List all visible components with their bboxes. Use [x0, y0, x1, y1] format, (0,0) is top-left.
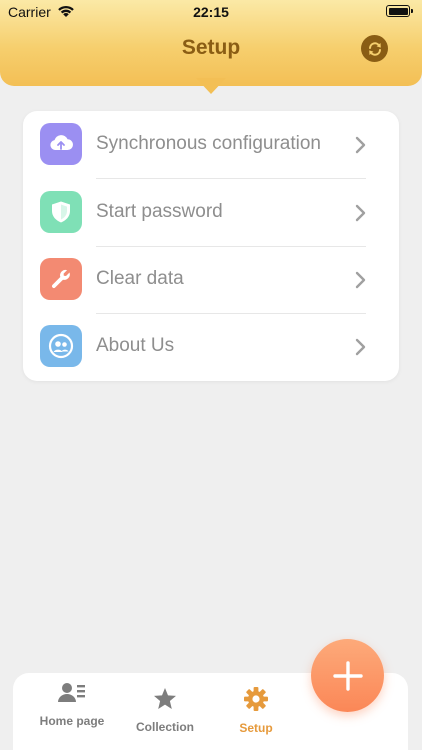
setting-item-about-us[interactable]: About Us	[23, 313, 399, 380]
setting-item-clear-data[interactable]: Clear data	[23, 246, 399, 313]
setting-item-label: Synchronous configuration	[96, 133, 321, 154]
chevron-right-icon	[355, 271, 366, 289]
shield-icon	[52, 201, 70, 223]
chevron-right-icon	[355, 338, 366, 356]
setting-item-label: Start password	[96, 201, 223, 222]
people-icon	[48, 333, 74, 359]
sync-button[interactable]	[361, 35, 388, 62]
tab-label: Home page	[39, 714, 105, 728]
settings-card: Synchronous configuration Start password…	[23, 111, 399, 381]
setting-icon-box	[40, 325, 82, 367]
setting-icon-box	[40, 258, 82, 300]
setting-icon-box	[40, 123, 82, 165]
cloud-upload-icon	[50, 135, 73, 151]
tab-home-page[interactable]: Home page	[35, 673, 109, 750]
wrench-icon	[51, 269, 70, 289]
add-button[interactable]	[311, 639, 384, 712]
chevron-right-icon	[355, 136, 366, 154]
battery-icon	[386, 5, 413, 17]
contact-card-icon	[58, 683, 85, 702]
star-icon	[154, 688, 176, 709]
tab-label: Setup	[239, 721, 273, 735]
setting-item-sync-configuration[interactable]: Synchronous configuration	[23, 111, 399, 178]
status-bar: Carrier 22:15	[0, 0, 422, 24]
setting-item-label: Clear data	[96, 268, 184, 289]
tab-collection[interactable]: Collection	[129, 673, 201, 750]
setting-item-start-password[interactable]: Start password	[23, 179, 399, 246]
refresh-icon	[368, 41, 381, 56]
page-title: Setup	[181, 36, 241, 59]
tab-setup[interactable]: Setup	[227, 673, 285, 750]
plus-icon	[332, 660, 363, 691]
setting-icon-box	[40, 191, 82, 233]
status-time: 22:15	[193, 4, 229, 20]
gear-icon	[244, 687, 268, 711]
chevron-right-icon	[355, 204, 366, 222]
header-notch	[196, 78, 226, 94]
setting-item-label: About Us	[96, 335, 175, 356]
tab-label: Collection	[135, 720, 194, 734]
